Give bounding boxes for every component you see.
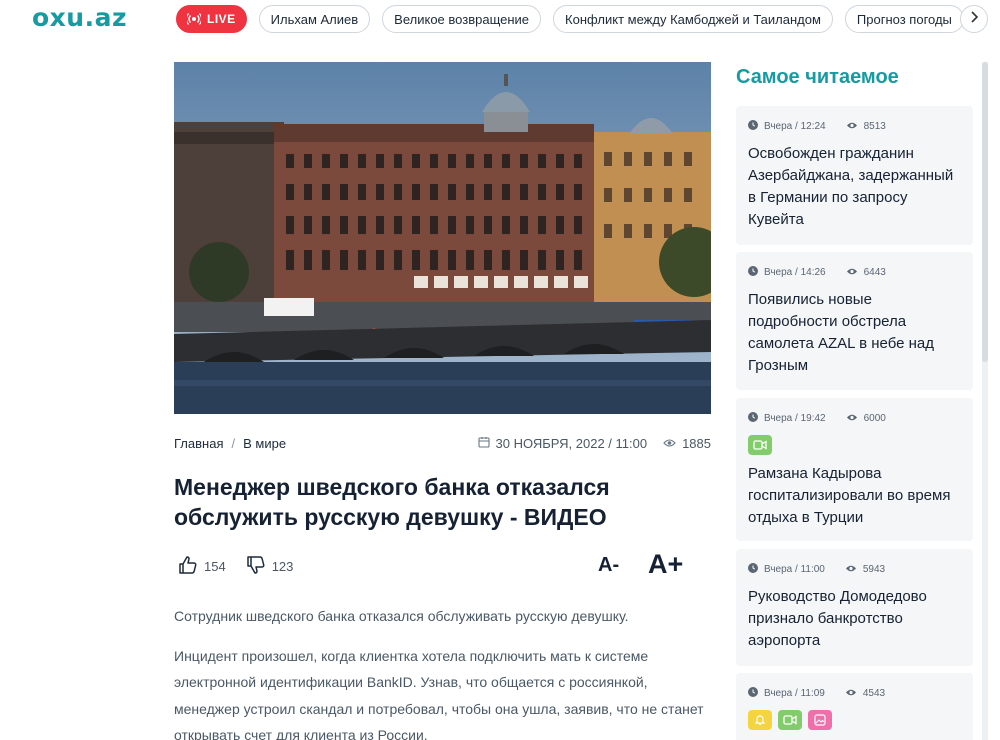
item-views: 5943 — [862, 564, 886, 575]
tag-ilham-aliyev[interactable]: Ильхам Алиев — [258, 5, 371, 33]
item-time: Вчера / 11:09 — [764, 688, 825, 699]
like-count: 154 — [204, 559, 226, 574]
article-hero-image — [174, 62, 711, 414]
dislike-button[interactable]: 123 — [246, 555, 294, 578]
live-button[interactable]: LIVE — [176, 5, 247, 33]
tag-weather-forecast[interactable]: Прогноз погоды — [844, 5, 964, 33]
site-header: oxu.az LIVE Ильхам Алиев Великое возвращ… — [0, 0, 1000, 38]
clock-icon — [748, 266, 758, 279]
most-read-title: Самое читаемое — [736, 66, 899, 88]
article-views: 1885 — [682, 436, 711, 451]
item-title[interactable]: Освобожден гражданин Азербайджана, задер… — [748, 143, 961, 231]
eye-icon — [846, 121, 858, 133]
breadcrumb-separator: / — [231, 436, 236, 451]
item-views: 8513 — [863, 121, 886, 132]
tag-cambodia-thailand-conflict[interactable]: Конфликт между Камбоджей и Таиландом — [553, 5, 833, 33]
breadcrumb-section[interactable]: В мире — [243, 436, 286, 451]
like-button[interactable]: 154 — [178, 555, 226, 578]
item-meta: Вчера / 11:09 4543 — [748, 687, 961, 700]
eye-icon — [846, 267, 858, 279]
font-increase-button[interactable]: A+ — [648, 549, 683, 580]
bell-icon — [748, 710, 772, 730]
article-paragraph: Сотрудник шведского банка отказался обсл… — [174, 608, 629, 624]
most-read-item[interactable]: Вчера / 14:26 6443 Появились новые подро… — [736, 252, 973, 390]
clock-icon — [748, 687, 758, 700]
eye-icon — [663, 436, 676, 451]
most-read-item[interactable]: Вчера / 19:42 6000 Рамзана Кадырова госп… — [736, 398, 973, 541]
item-time: Вчера / 19:42 — [764, 413, 826, 424]
thumbs-down-icon — [246, 555, 266, 578]
clock-icon — [748, 563, 758, 576]
article-meta: 30 НОЯБРЯ, 2022 / 11:00 1885 — [477, 436, 711, 451]
scrollbar-thumb[interactable] — [982, 62, 988, 362]
tags-next-button[interactable] — [960, 5, 988, 33]
most-read-item[interactable]: Вчера / 12:24 8513 Освобожден гражданин … — [736, 106, 973, 245]
video-icon — [778, 710, 802, 730]
item-title[interactable]: Появились новые подробности обстрела сам… — [748, 289, 961, 377]
most-read-item[interactable]: Вчера / 11:00 5943 Руководство Домодедов… — [736, 549, 973, 666]
article-paragraph: Инцидент произошел, когда клиентка хотел… — [174, 647, 704, 740]
video-icon — [748, 435, 772, 455]
live-broadcast-icon — [187, 12, 201, 26]
item-title[interactable]: Руководство Домодедово признало банкротс… — [748, 586, 961, 652]
site-logo[interactable]: oxu.az — [32, 3, 127, 32]
tag-bar: LIVE Ильхам Алиев Великое возвращение Ко… — [176, 5, 964, 33]
article-date: 30 НОЯБРЯ, 2022 / 11:00 — [495, 436, 648, 451]
item-views: 6000 — [863, 413, 886, 424]
article-title: Менеджер шведского банка отказался обслу… — [174, 474, 610, 530]
item-meta: Вчера / 14:26 6443 — [748, 266, 961, 279]
breadcrumb-home[interactable]: Главная — [174, 436, 223, 451]
tag-great-return[interactable]: Великое возвращение — [382, 5, 542, 33]
article-body: Сотрудник шведского банка отказался обсл… — [174, 603, 714, 740]
item-badges — [748, 435, 961, 455]
live-label: LIVE — [207, 12, 236, 26]
clock-icon — [748, 412, 758, 425]
item-time: Вчера / 12:24 — [764, 121, 826, 132]
item-meta: Вчера / 11:00 5943 — [748, 563, 961, 576]
item-time: Вчера / 11:00 — [764, 564, 825, 575]
calendar-icon — [477, 436, 490, 451]
font-decrease-button[interactable]: A- — [598, 554, 619, 577]
sidebar-scrollbar[interactable] — [982, 62, 988, 740]
eye-icon — [845, 688, 857, 700]
item-views: 4543 — [862, 688, 886, 699]
clock-icon — [748, 120, 758, 133]
chevron-right-icon — [969, 10, 979, 28]
item-meta: Вчера / 12:24 8513 — [748, 120, 961, 133]
thumbs-up-icon — [178, 555, 198, 578]
eye-icon — [845, 564, 857, 576]
dislike-count: 123 — [271, 559, 294, 574]
item-time: Вчера / 14:26 — [764, 267, 826, 278]
photo-icon — [808, 710, 832, 730]
item-views: 6443 — [863, 267, 886, 278]
reactions-bar: 154 123 — [178, 555, 293, 578]
item-badges — [748, 710, 961, 730]
most-read-item[interactable]: Вчера / 11:09 4543 — [736, 673, 973, 740]
item-title[interactable]: Рамзана Кадырова госпитализировали во вр… — [748, 463, 961, 529]
item-meta: Вчера / 19:42 6000 — [748, 412, 961, 425]
breadcrumb: Главная / В мире — [174, 436, 286, 451]
eye-icon — [846, 413, 858, 425]
